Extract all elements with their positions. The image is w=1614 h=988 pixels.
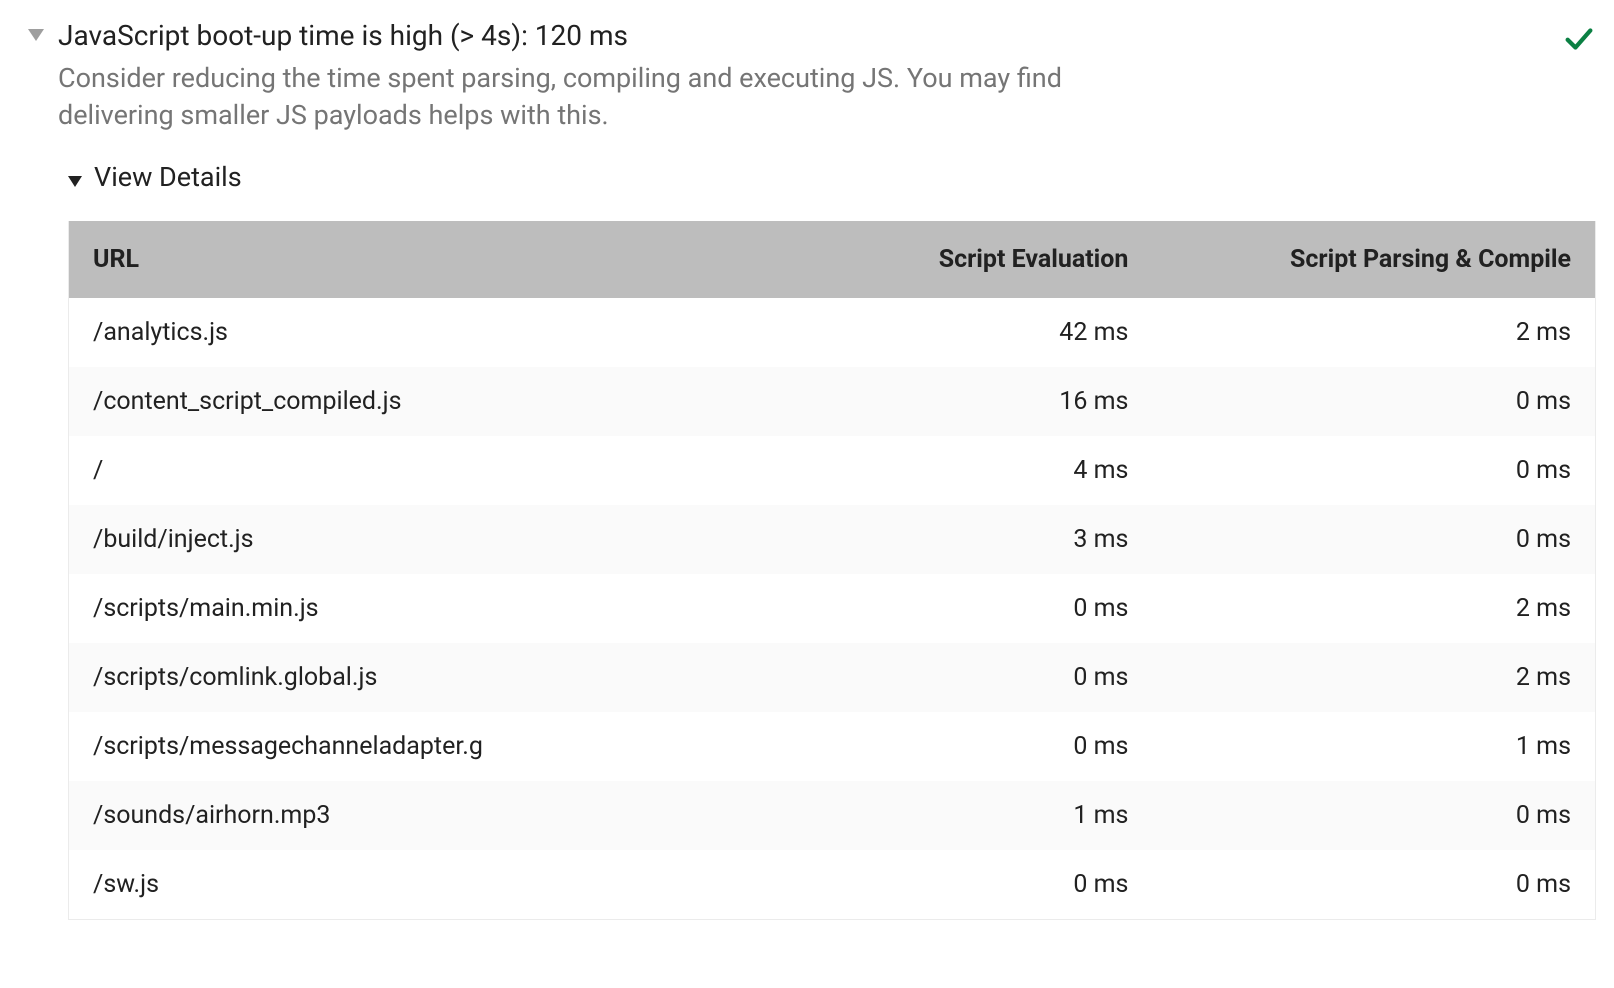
cell-parse: 0 ms	[1152, 505, 1595, 574]
cell-eval: 0 ms	[801, 712, 1152, 781]
table-row: /sounds/airhorn.mp31 ms0 ms	[69, 781, 1595, 850]
cell-url: /	[69, 436, 801, 505]
details-table: URL Script Evaluation Script Parsing & C…	[69, 221, 1595, 919]
audit-header: JavaScript boot-up time is high (> 4s): …	[28, 18, 1596, 133]
details-block: View Details URL Script Evaluation Scrip…	[68, 161, 1596, 920]
cell-url: /sounds/airhorn.mp3	[69, 781, 801, 850]
cell-eval: 4 ms	[801, 436, 1152, 505]
cell-eval: 0 ms	[801, 850, 1152, 919]
table-header-row: URL Script Evaluation Script Parsing & C…	[69, 221, 1595, 298]
table-row: /scripts/messagechanneladapter.g0 ms1 ms	[69, 712, 1595, 781]
table-row: /sw.js0 ms0 ms	[69, 850, 1595, 919]
cell-parse: 0 ms	[1152, 367, 1595, 436]
view-details-toggle[interactable]: View Details	[68, 161, 1596, 193]
check-icon	[1562, 22, 1596, 56]
table-row: /analytics.js42 ms2 ms	[69, 298, 1595, 367]
cell-url: /build/inject.js	[69, 505, 801, 574]
view-details-label: View Details	[94, 161, 242, 193]
cell-url: /content_script_compiled.js	[69, 367, 801, 436]
audit-description: Consider reducing the time spent parsing…	[58, 60, 1158, 133]
cell-eval: 42 ms	[801, 298, 1152, 367]
column-header-parse: Script Parsing & Compile	[1152, 221, 1595, 298]
cell-parse: 2 ms	[1152, 298, 1595, 367]
details-table-wrap: URL Script Evaluation Script Parsing & C…	[68, 221, 1596, 920]
cell-url: /analytics.js	[69, 298, 801, 367]
cell-url: /scripts/main.min.js	[69, 574, 801, 643]
cell-url: /scripts/messagechanneladapter.g	[69, 712, 801, 781]
audit-title: JavaScript boot-up time is high (> 4s): …	[58, 18, 1548, 54]
cell-parse: 2 ms	[1152, 574, 1595, 643]
cell-eval: 0 ms	[801, 643, 1152, 712]
table-row: /4 ms0 ms	[69, 436, 1595, 505]
chevron-down-icon	[68, 176, 82, 187]
cell-url: /scripts/comlink.global.js	[69, 643, 801, 712]
table-row: /scripts/comlink.global.js0 ms2 ms	[69, 643, 1595, 712]
table-row: /build/inject.js3 ms0 ms	[69, 505, 1595, 574]
cell-parse: 0 ms	[1152, 850, 1595, 919]
cell-eval: 3 ms	[801, 505, 1152, 574]
cell-parse: 1 ms	[1152, 712, 1595, 781]
table-row: /scripts/main.min.js0 ms2 ms	[69, 574, 1595, 643]
expand-icon[interactable]	[28, 29, 44, 41]
column-header-eval: Script Evaluation	[801, 221, 1152, 298]
cell-parse: 0 ms	[1152, 781, 1595, 850]
cell-url: /sw.js	[69, 850, 801, 919]
cell-parse: 0 ms	[1152, 436, 1595, 505]
cell-eval: 0 ms	[801, 574, 1152, 643]
cell-eval: 16 ms	[801, 367, 1152, 436]
cell-parse: 2 ms	[1152, 643, 1595, 712]
table-row: /content_script_compiled.js16 ms0 ms	[69, 367, 1595, 436]
column-header-url: URL	[69, 221, 801, 298]
cell-eval: 1 ms	[801, 781, 1152, 850]
audit-title-block: JavaScript boot-up time is high (> 4s): …	[58, 18, 1548, 133]
